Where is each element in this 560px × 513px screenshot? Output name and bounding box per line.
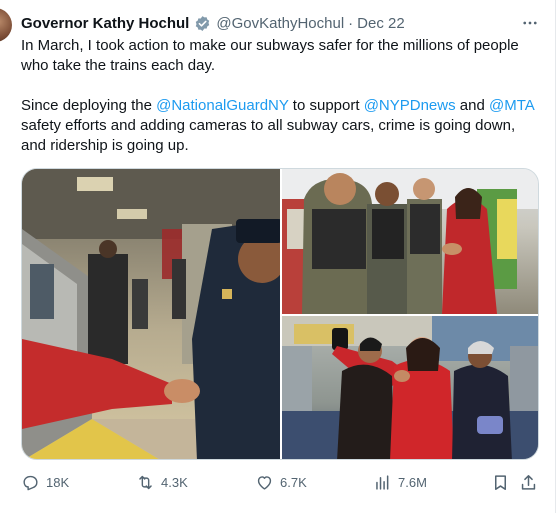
bookmark-button[interactable] — [491, 470, 510, 494]
tweet-card[interactable]: Governor Kathy Hochul @GovKathyHochul · … — [0, 0, 556, 513]
reply-icon — [23, 475, 38, 490]
views-button[interactable]: 7.6M — [373, 470, 427, 494]
mention-nationalguardny-link[interactable]: @NationalGuardNY — [156, 97, 289, 114]
repost-button[interactable]: 4.3K — [136, 470, 188, 494]
mention-mta-link[interactable]: @MTA — [489, 97, 534, 114]
text-segment: Since deploying the — [21, 97, 157, 114]
share-button[interactable] — [519, 470, 538, 494]
bookmark-icon — [494, 474, 507, 490]
photo-subway-handshake[interactable] — [22, 169, 280, 459]
like-button[interactable]: 6.7K — [255, 470, 307, 494]
text-segment: to support — [288, 97, 364, 114]
more-options-button[interactable] — [519, 12, 541, 34]
tweet-date[interactable]: Dec 22 — [357, 15, 405, 32]
photo-selfie-illustration — [282, 316, 538, 459]
views-icon — [376, 474, 389, 490]
reply-count: 18K — [46, 474, 70, 490]
media-grid — [21, 168, 539, 460]
tweet-text: In March, I took action to make our subw… — [21, 36, 543, 156]
repost-icon — [139, 475, 152, 489]
author-name[interactable]: Governor Kathy Hochul — [21, 15, 189, 32]
mention-nypdnews-link[interactable]: @NYPDnews — [364, 97, 456, 114]
photo-train-selfie[interactable] — [282, 316, 538, 459]
text-segment: safety efforts and adding cameras to all… — [21, 117, 516, 154]
more-horizontal-icon — [523, 21, 537, 25]
heart-icon — [257, 475, 272, 490]
share-icon — [521, 474, 536, 490]
separator-dot: · — [348, 14, 354, 32]
repost-count: 4.3K — [161, 474, 188, 490]
photo-guard-illustration — [282, 169, 538, 314]
verified-badge-icon — [196, 15, 210, 31]
views-count: 7.6M — [398, 474, 427, 490]
avatar[interactable] — [0, 8, 12, 42]
photo-guard-members[interactable] — [282, 169, 538, 314]
tweet-paragraph-2: Since deploying the @NationalGuardNY to … — [21, 96, 543, 156]
like-count: 6.7K — [280, 474, 307, 490]
author-handle[interactable]: @GovKathyHochul — [216, 15, 344, 32]
reply-button[interactable]: 18K — [21, 470, 69, 494]
photo-handshake-illustration — [22, 169, 280, 459]
tweet-paragraph-1: In March, I took action to make our subw… — [21, 37, 519, 74]
action-bar: 18K 4.3K 6.7K 7.6M — [21, 470, 543, 494]
text-segment: and — [455, 97, 489, 114]
tweet-header: Governor Kathy Hochul @GovKathyHochul · … — [21, 12, 405, 34]
